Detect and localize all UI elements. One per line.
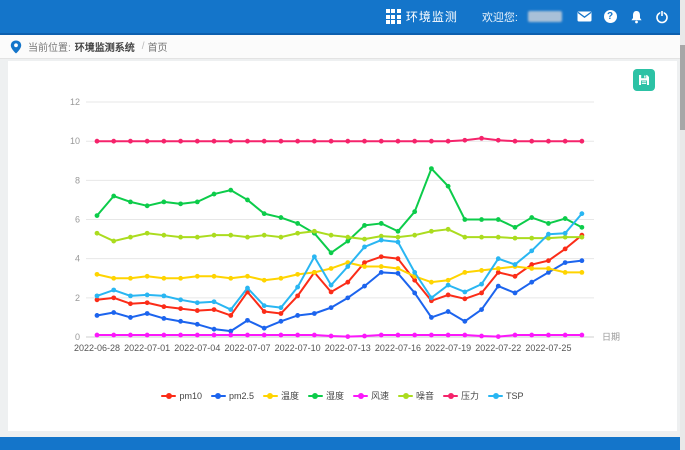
legend-item-TSP[interactable]: TSP bbox=[488, 391, 524, 401]
legend-marker-icon bbox=[263, 395, 278, 397]
help-icon[interactable]: ? bbox=[602, 9, 618, 25]
legend-label: pm10 bbox=[179, 391, 202, 401]
svg-text:2022-06-28: 2022-06-28 bbox=[74, 343, 120, 353]
app-title: 环境监测 bbox=[406, 8, 458, 25]
svg-text:2022-07-10: 2022-07-10 bbox=[275, 343, 321, 353]
breadcrumb-system-link[interactable]: 环境监测系统 bbox=[75, 39, 135, 54]
svg-text:6: 6 bbox=[75, 215, 80, 225]
svg-text:2: 2 bbox=[75, 293, 80, 303]
bottom-footer-bar bbox=[0, 437, 680, 450]
breadcrumb-location-label: 当前位置: bbox=[28, 39, 71, 54]
legend-marker-icon bbox=[398, 395, 413, 397]
legend-item-噪音[interactable]: 噪音 bbox=[398, 389, 434, 402]
legend-item-湿度[interactable]: 湿度 bbox=[308, 389, 344, 402]
scrollbar-thumb[interactable] bbox=[680, 45, 685, 130]
chart-card: 0 2 4 6 8 10 12 2022-06-28 2022-07-01 2022-07-04 2… bbox=[8, 61, 677, 431]
legend-marker-icon bbox=[211, 395, 226, 397]
svg-text:2022-07-04: 2022-07-04 bbox=[174, 343, 220, 353]
legend-label: 噪音 bbox=[416, 389, 434, 402]
svg-text:4: 4 bbox=[75, 254, 80, 264]
welcome-label: 欢迎您: bbox=[482, 9, 518, 25]
legend-item-压力[interactable]: 压力 bbox=[443, 389, 479, 402]
legend-item-温度[interactable]: 温度 bbox=[263, 389, 299, 402]
svg-text:2022-07-01: 2022-07-01 bbox=[124, 343, 170, 353]
svg-text:10: 10 bbox=[70, 136, 80, 146]
legend-label: 温度 bbox=[281, 389, 299, 402]
location-pin-icon bbox=[10, 40, 22, 54]
svg-text:2022-07-22: 2022-07-22 bbox=[475, 343, 521, 353]
svg-text:2022-07-07: 2022-07-07 bbox=[224, 343, 270, 353]
apps-grid-icon bbox=[386, 9, 401, 24]
breadcrumb-separator: / bbox=[142, 41, 145, 52]
legend-label: TSP bbox=[506, 391, 524, 401]
username-redacted bbox=[528, 11, 562, 22]
svg-text:日期: 日期 bbox=[602, 332, 620, 342]
line-chart[interactable]: 0 2 4 6 8 10 12 2022-06-28 2022-07-01 2022-07-04 2… bbox=[8, 61, 668, 371]
power-icon[interactable] bbox=[654, 9, 670, 25]
legend-item-pm2.5[interactable]: pm2.5 bbox=[211, 391, 254, 401]
svg-text:2022-07-13: 2022-07-13 bbox=[325, 343, 371, 353]
legend-marker-icon bbox=[308, 395, 323, 397]
legend-marker-icon bbox=[443, 395, 458, 397]
legend-marker-icon bbox=[353, 395, 368, 397]
chart-legend: pm10 pm2.5 温度 湿度 风速 噪音 压力 TSP bbox=[8, 389, 677, 402]
top-header-bar: 环境监测 欢迎您: ? bbox=[0, 0, 680, 35]
legend-item-pm10[interactable]: pm10 bbox=[161, 391, 202, 401]
svg-text:8: 8 bbox=[75, 175, 80, 185]
page-scrollbar bbox=[680, 0, 685, 450]
legend-label: 压力 bbox=[461, 389, 479, 402]
legend-marker-icon bbox=[488, 395, 503, 397]
legend-marker-icon bbox=[161, 395, 176, 397]
svg-text:12: 12 bbox=[70, 97, 80, 107]
legend-label: 湿度 bbox=[326, 389, 344, 402]
breadcrumb-home-link[interactable]: 首页 bbox=[148, 39, 168, 54]
svg-text:2022-07-16: 2022-07-16 bbox=[375, 343, 421, 353]
legend-label: pm2.5 bbox=[229, 391, 254, 401]
svg-text:2022-07-25: 2022-07-25 bbox=[525, 343, 571, 353]
svg-text:0: 0 bbox=[75, 332, 80, 342]
legend-label: 风速 bbox=[371, 389, 389, 402]
svg-text:2022-07-19: 2022-07-19 bbox=[425, 343, 471, 353]
breadcrumb: 当前位置: 环境监测系统 / 首页 bbox=[0, 35, 680, 59]
legend-item-风速[interactable]: 风速 bbox=[353, 389, 389, 402]
mail-icon[interactable] bbox=[576, 9, 592, 25]
bell-icon[interactable] bbox=[628, 9, 644, 25]
app-brand[interactable]: 环境监测 bbox=[386, 8, 458, 25]
